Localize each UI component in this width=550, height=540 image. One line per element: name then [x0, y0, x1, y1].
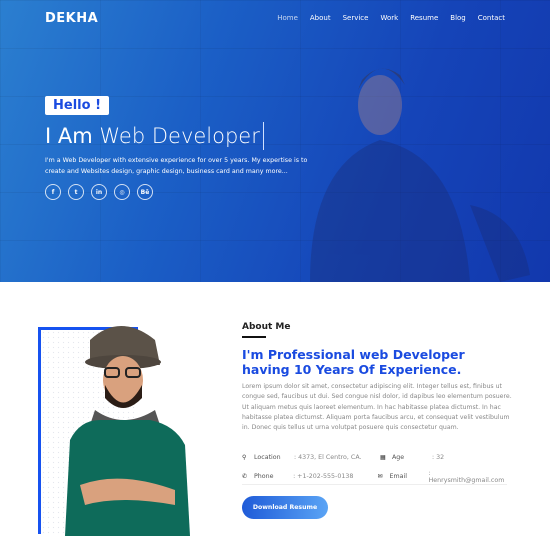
title-prefix: I Am — [45, 124, 93, 148]
nav-work[interactable]: Work — [380, 14, 398, 22]
location-pin-icon: ⚲ — [242, 454, 247, 461]
hero-man-photo — [310, 68, 530, 282]
phone-icon: ✆ — [242, 473, 248, 480]
instagram-icon[interactable]: ◎ — [114, 184, 130, 200]
twitter-icon[interactable]: t — [68, 184, 84, 200]
download-resume-button[interactable]: Download Resume — [242, 496, 328, 519]
email-label: Email — [389, 473, 407, 480]
behance-icon[interactable]: Bē — [137, 184, 153, 200]
location-value: : 4373, El Centro, CA. — [294, 454, 362, 461]
personal-info: ⚲ Location : 4373, El Centro, CA. ▦ Age : … — [242, 448, 507, 486]
about-heading: About Me — [242, 322, 291, 332]
linkedin-icon[interactable]: in — [91, 184, 107, 200]
phone-label: Phone — [254, 473, 274, 480]
heading-underline — [242, 336, 266, 338]
nav-contact[interactable]: Contact — [478, 14, 505, 22]
hello-badge: Hello ! — [45, 96, 109, 115]
divider — [242, 484, 507, 485]
about-headline: I'm Professional web Developer having 10… — [242, 347, 465, 377]
envelope-icon: ✉ — [377, 473, 383, 480]
phone-value: : +1-202-555-0138 — [293, 473, 354, 480]
portrait-photo — [65, 326, 190, 536]
nav-home[interactable]: Home — [277, 14, 298, 22]
nav-about[interactable]: About — [310, 14, 331, 22]
logo[interactable]: DEKHA — [45, 11, 98, 26]
email-value[interactable]: : Henrysmith@gmail.com — [429, 470, 507, 484]
title-role: Web Developer — [99, 124, 260, 148]
hero-section: DEKHA Home About Service Work Resume Blo… — [0, 0, 550, 282]
nav-service[interactable]: Service — [343, 14, 369, 22]
info-row: ⚲ Location : 4373, El Centro, CA. ▦ Age : … — [242, 448, 507, 467]
main-nav: Home About Service Work Resume Blog Cont… — [277, 14, 505, 22]
hero-description: I'm a Web Developer with extensive exper… — [45, 157, 308, 175]
facebook-icon[interactable]: f — [45, 184, 61, 200]
nav-blog[interactable]: Blog — [450, 14, 465, 22]
location-label: Location — [254, 454, 281, 461]
nav-resume[interactable]: Resume — [410, 14, 438, 22]
hero-title: I Am Web Developer — [45, 122, 264, 150]
age-value: : 32 — [432, 454, 445, 461]
about-body: Lorem ipsum dolor sit amet, consectetur … — [242, 383, 512, 432]
social-links: f t in ◎ Bē — [45, 184, 153, 200]
age-label: Age — [392, 454, 405, 461]
calendar-icon: ▦ — [380, 454, 386, 461]
